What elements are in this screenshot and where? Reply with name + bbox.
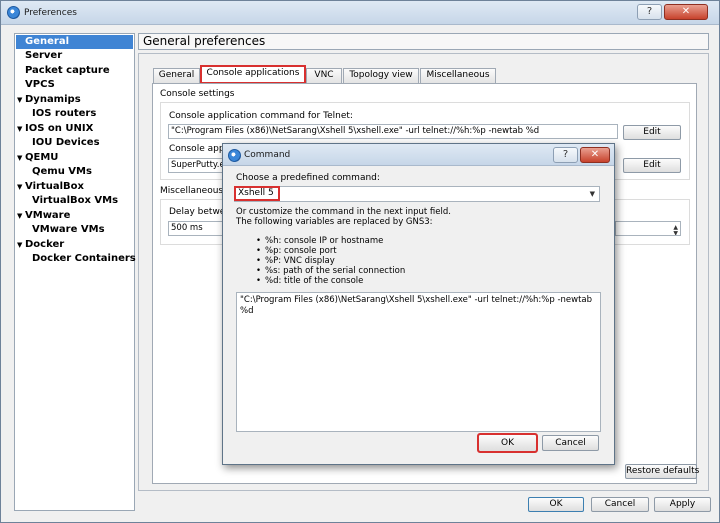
sidebar-item-label: VirtualBox VMs [32,195,119,206]
expand-arrow-icon[interactable]: ▼ [17,209,22,223]
expand-arrow-icon[interactable]: ▼ [17,180,22,194]
spin-down-icon[interactable]: ▼ [673,227,678,235]
sidebar-item-packet-capture[interactable]: Packet capture [16,64,133,78]
serial-command-field[interactable]: SuperPutty.e [168,158,228,173]
sidebar-item-virtualbox[interactable]: ▼ VirtualBox [16,180,133,194]
serial-command-label: Console appli [169,144,230,154]
help-icon[interactable]: ? [553,147,578,163]
app-icon [7,6,20,19]
ok-button[interactable]: OK [528,497,584,512]
edit-serial-button[interactable]: Edit [623,158,681,173]
delay-spinbox-tail[interactable]: ▲ ▼ [615,221,681,236]
explain-text-1: Or customize the command in the next inp… [236,207,451,217]
variable-item: %p: console port [265,246,337,256]
variable-item: %h: console IP or hostname [265,236,384,246]
bullet-icon: • [256,236,262,246]
sidebar-item-label: VirtualBox [25,181,84,192]
sidebar-item-label: Server [25,50,63,61]
sidebar-item-label: Qemu VMs [32,166,92,177]
sidebar-item-label: VPCS [25,79,55,90]
tab-console-applications[interactable]: Console applications [200,65,306,84]
dialog-ok-button[interactable]: OK [477,433,538,453]
bullet-icon: • [256,266,262,276]
telnet-command-field[interactable]: "C:\Program Files (x86)\NetSarang\Xshell… [168,124,618,139]
dialog-cancel-button[interactable]: Cancel [542,435,599,451]
sidebar-item-docker-containers[interactable]: Docker Containers [16,252,136,266]
sidebar-item-label: Docker [25,239,65,250]
expand-arrow-icon[interactable]: ▼ [17,93,22,107]
sidebar-tree: General Server Packet capture VPCS ▼ Dyna… [14,33,136,511]
close-icon[interactable]: ✕ [664,4,708,20]
chevron-down-icon[interactable]: ▼ [590,188,595,201]
expand-arrow-icon[interactable]: ▼ [17,151,22,165]
misc-group-title: Miscellaneous [160,186,224,196]
bullet-icon: • [256,276,262,286]
window-titlebar[interactable]: Preferences ? ✕ [1,1,719,25]
delay-spinbox[interactable]: 500 ms [168,221,228,236]
command-textarea[interactable]: "C:\Program Files (x86)\NetSarang\Xshell… [236,292,601,432]
sidebar-item-docker[interactable]: ▼ Docker [16,238,133,252]
sidebar-item-label: Packet capture [25,65,110,76]
close-icon[interactable]: ✕ [580,147,610,163]
predefined-command-combo[interactable]: ▼ [234,186,600,202]
sidebar-item-general[interactable]: General [16,35,133,49]
edit-telnet-button[interactable]: Edit [623,125,681,140]
bullet-icon: • [256,246,262,256]
sidebar-item-qemu[interactable]: ▼ QEMU [16,151,133,165]
dialog-titlebar[interactable]: Command ? ✕ [223,144,614,166]
expand-arrow-icon[interactable]: ▼ [17,238,22,252]
choose-command-label: Choose a predefined command: [236,173,380,183]
variable-item: %P: VNC display [265,256,335,266]
bullet-icon: • [256,256,262,266]
sidebar-item-label: VMware VMs [32,224,105,235]
sidebar-item-server[interactable]: Server [16,49,133,63]
selected-command-value: Xshell 5 [234,186,280,201]
app-icon [228,149,241,162]
apply-button[interactable]: Apply [654,497,711,512]
sidebar-item-label: QEMU [25,152,59,163]
sidebar-item-label: General [25,36,69,47]
window-title: Preferences [24,8,77,18]
sidebar-item-ios-routers[interactable]: IOS routers [16,107,133,121]
sidebar-item-iou-devices[interactable]: IOU Devices [16,136,133,150]
sidebar-item-label: IOS on UNIX [25,123,94,134]
variable-item: %s: path of the serial connection [265,266,406,276]
tab-topology-view[interactable]: Topology view [343,68,419,83]
tab-miscellaneous[interactable]: Miscellaneous [420,68,496,83]
console-settings-group-title: Console settings [160,89,235,99]
sidebar-item-label: IOS routers [32,108,97,119]
sidebar-item-ios-on-unix[interactable]: ▼ IOS on UNIX [16,122,133,136]
sidebar-item-label: Dynamips [25,94,81,105]
variable-item: %d: title of the console [265,276,364,286]
sidebar-item-label: IOU Devices [32,137,100,148]
expand-arrow-icon[interactable]: ▼ [17,122,22,136]
telnet-command-label: Console application command for Telnet: [169,111,353,121]
sidebar-item-vmware-vms[interactable]: VMware VMs [16,223,133,237]
tab-vnc[interactable]: VNC [306,68,342,83]
restore-defaults-button[interactable]: Restore defaults [625,464,699,479]
sidebar-item-virtualbox-vms[interactable]: VirtualBox VMs [16,194,133,208]
help-icon[interactable]: ? [637,4,662,20]
sidebar-item-label: VMware [25,210,71,221]
tab-general[interactable]: General [153,68,200,83]
dialog-title: Command [244,150,291,160]
sidebar-item-dynamips[interactable]: ▼ Dynamips [16,93,133,107]
cancel-button[interactable]: Cancel [591,497,649,512]
sidebar-item-vpcs[interactable]: VPCS [16,78,133,92]
page-title: General preferences [138,33,709,50]
explain-text-2: The following variables are replaced by … [236,217,433,227]
sidebar-item-label: Docker Containers [32,253,136,264]
sidebar-item-qemu-vms[interactable]: Qemu VMs [16,165,133,179]
sidebar-item-vmware[interactable]: ▼ VMware [16,209,133,223]
